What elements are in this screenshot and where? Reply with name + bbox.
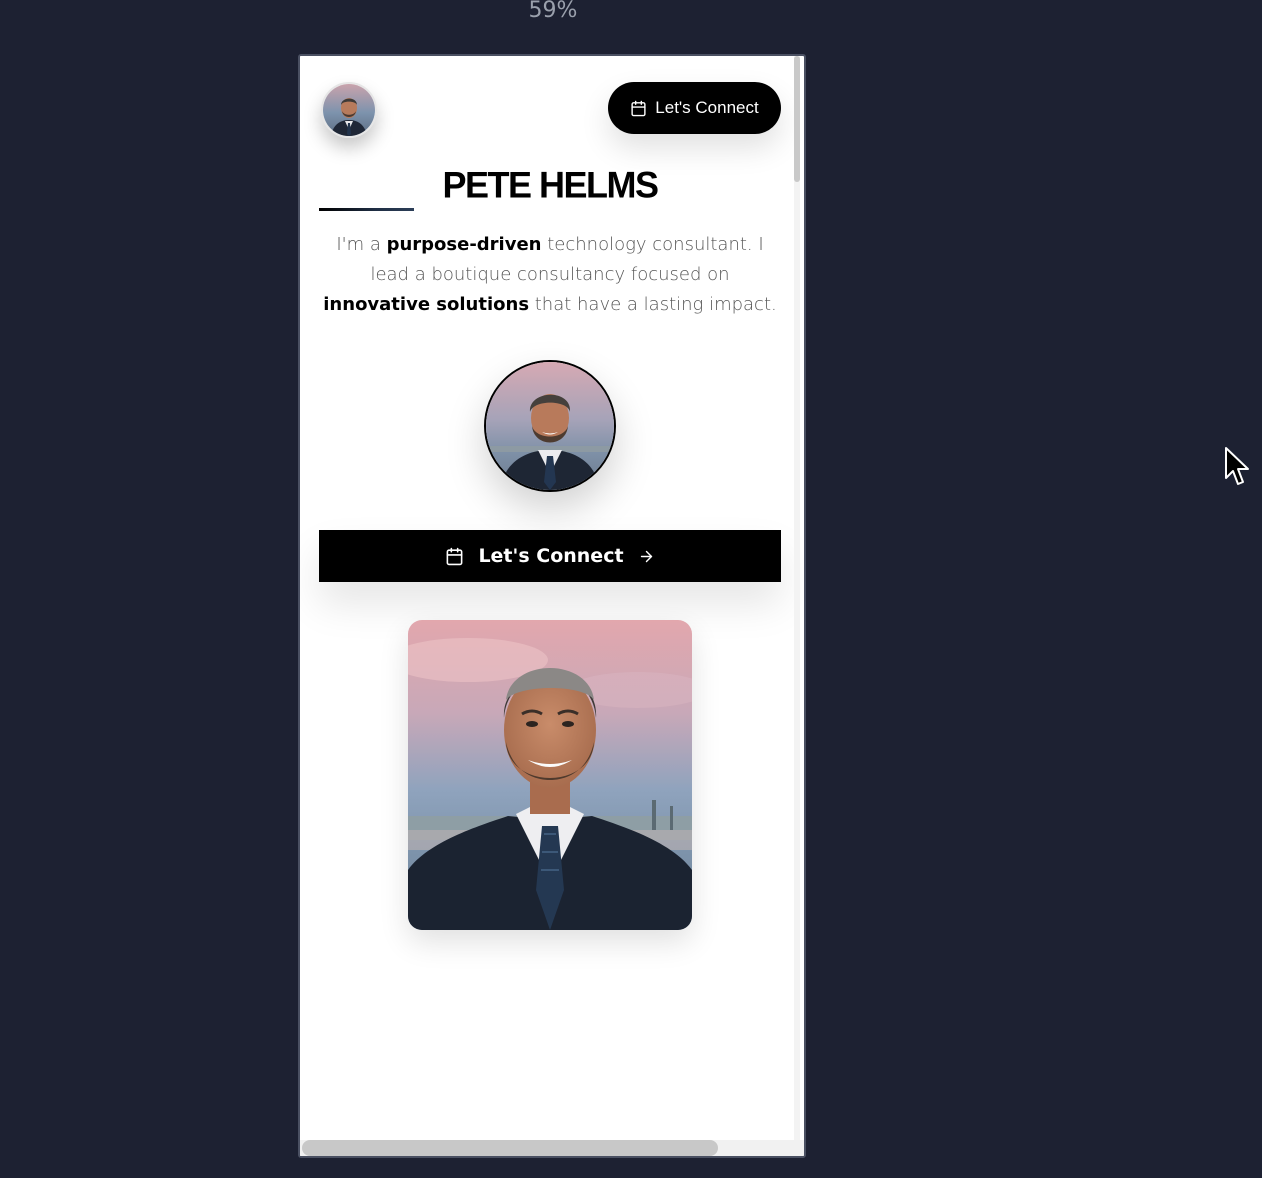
intro-bold-2: innovative solutions (323, 294, 530, 315)
header-avatar[interactable] (321, 82, 377, 138)
portrait-photo (408, 620, 692, 930)
page-title: PETE HELMS (442, 163, 659, 206)
intro-part-3: that have a lasting impact. (529, 294, 777, 315)
header-connect-label: Let's Connect (655, 98, 759, 117)
intro-part-1: I'm a (336, 234, 387, 255)
intro-text: I'm a purpose-driven technology consulta… (320, 230, 780, 320)
viewer-stage: 59% Let's Connect PETE HELMS I'm a purpo… (0, 0, 1262, 1178)
calendar-icon (445, 547, 464, 566)
arrow-right-icon (638, 548, 655, 565)
calendar-icon (630, 100, 647, 117)
vertical-scrollbar-thumb[interactable] (794, 56, 800, 182)
horizontal-scrollbar-thumb[interactable] (302, 1140, 718, 1156)
header-connect-button[interactable]: Let's Connect (608, 82, 781, 134)
zoom-level: 59% (528, 0, 578, 23)
mouse-pointer-icon (1224, 446, 1254, 488)
vertical-scrollbar[interactable] (794, 56, 800, 1156)
page: Let's Connect PETE HELMS I'm a purpose-d… (300, 56, 800, 1156)
connect-button[interactable]: Let's Connect (319, 530, 781, 582)
intro-bold-1: purpose-driven (386, 234, 542, 255)
device-frame: Let's Connect PETE HELMS I'm a purpose-d… (298, 54, 806, 1158)
profile-avatar (484, 360, 616, 492)
horizontal-scrollbar[interactable] (300, 1140, 804, 1156)
connect-button-label: Let's Connect (478, 545, 624, 567)
title-accent-bar (319, 208, 414, 211)
